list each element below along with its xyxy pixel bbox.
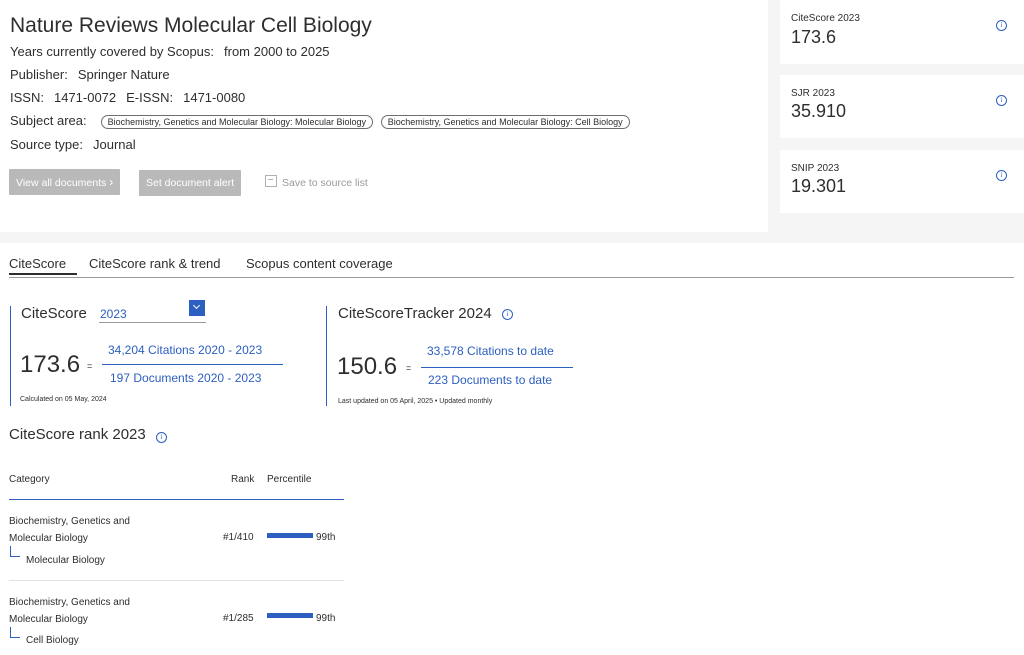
page-title: Nature Reviews Molecular Cell Biology xyxy=(10,14,372,37)
table-row-subcategory: Molecular Biology xyxy=(26,555,105,566)
citescore-label: CiteScore xyxy=(21,305,87,322)
table-row-rank: #1/410 xyxy=(223,532,254,543)
column-header-rank: Rank xyxy=(231,474,255,485)
row-divider xyxy=(9,580,344,581)
publisher-label: Publisher: xyxy=(10,67,68,82)
set-document-alert-button[interactable]: Set document alert xyxy=(139,170,242,196)
tracker-documents-link[interactable]: 223 Documents to date xyxy=(428,373,552,387)
chevron-down-icon[interactable] xyxy=(189,300,205,316)
publisher: Publisher: Springer Nature xyxy=(10,67,170,82)
view-all-label: View all documents xyxy=(16,177,107,189)
table-row-percentile: 99th xyxy=(316,532,336,543)
metric-card-snip: SNIP 2023 19.301 i xyxy=(780,150,1024,213)
source-type-label: Source type: xyxy=(10,137,83,152)
tab-citescore[interactable]: CiteScore xyxy=(9,256,66,271)
metric-value: 173.6 xyxy=(791,27,837,47)
years-value: from 2000 to 2025 xyxy=(224,44,330,59)
save-to-source-list-link[interactable]: Save to source list xyxy=(265,175,368,189)
tracker-label: CiteScoreTracker 2024 xyxy=(338,305,492,322)
source-type-value: Journal xyxy=(93,137,136,152)
citescore-accent-bar xyxy=(10,306,11,406)
subject-chip-cell-biology[interactable]: Biochemistry, Genetics and Molecular Bio… xyxy=(380,114,630,129)
metric-label: CiteScore 2023 xyxy=(791,13,860,24)
tracker-citations-link[interactable]: 33,578 Citations to date xyxy=(427,344,554,358)
set-alert-label: Set document alert xyxy=(146,177,235,189)
table-row-rank: #1/285 xyxy=(223,613,254,624)
percentile-bar xyxy=(267,613,313,618)
column-header-percentile: Percentile xyxy=(267,474,312,485)
info-icon[interactable]: i xyxy=(996,170,1007,181)
eissn-value: 1471-0080 xyxy=(183,90,246,105)
metric-value: 35.910 xyxy=(791,101,847,121)
publisher-value: Springer Nature xyxy=(77,67,170,82)
active-tab-indicator xyxy=(9,273,77,275)
equals-sign: = xyxy=(87,361,93,371)
years-label: Years currently covered by Scopus: xyxy=(10,44,215,59)
category-line: Molecular Biology xyxy=(9,533,88,544)
info-icon[interactable]: i xyxy=(996,20,1007,31)
issn-line: ISSN: 1471-0072 E-ISSN: 1471-0080 xyxy=(10,90,245,105)
tab-citescore-rank-trend[interactable]: CiteScore rank & trend xyxy=(89,256,221,271)
percentile-bar xyxy=(267,533,313,538)
documents-link[interactable]: 197 Documents 2020 - 2023 xyxy=(110,371,261,385)
info-icon[interactable]: i xyxy=(996,95,1007,106)
source-type: Source type: Journal xyxy=(10,137,136,152)
save-label: Save to source list xyxy=(282,177,368,189)
chevron-right-icon: › xyxy=(109,175,114,189)
column-header-category: Category xyxy=(9,474,50,485)
save-icon xyxy=(265,175,277,187)
citations-link[interactable]: 34,204 Citations 2020 - 2023 xyxy=(108,343,262,357)
metric-card-citescore: CiteScore 2023 173.6 i xyxy=(780,0,1024,64)
category-line: Molecular Biology xyxy=(9,614,88,625)
issn-label: ISSN: xyxy=(10,90,44,105)
tracker-updated-note: Last updated on 05 April, 2025 • Updated… xyxy=(338,398,493,405)
year-select-value: 2023 xyxy=(100,307,127,321)
calculated-date: Calculated on 05 May, 2024 xyxy=(20,396,107,403)
tabs-divider xyxy=(9,277,1014,278)
tracker-value: 150.6 xyxy=(337,353,398,380)
metric-card-sjr: SJR 2023 35.910 i xyxy=(780,75,1024,138)
table-row-category: Biochemistry, Genetics and Molecular Bio… xyxy=(9,513,159,547)
citescore-year-select[interactable]: 2023 xyxy=(99,300,206,323)
subject-chip-molecular-biology[interactable]: Biochemistry, Genetics and Molecular Bio… xyxy=(100,114,374,129)
metric-value: 19.301 xyxy=(791,176,847,196)
table-row-percentile: 99th xyxy=(316,613,336,624)
eissn-label: E-ISSN: xyxy=(126,90,174,105)
citescore-rank-title: CiteScore rank 2023 i xyxy=(9,426,167,443)
subject-area: Subject area: Biochemistry, Genetics and … xyxy=(10,113,630,129)
metric-label: SNIP 2023 xyxy=(791,163,840,174)
metric-label: SJR 2023 xyxy=(791,88,835,99)
years-covered: Years currently covered by Scopus: from 2… xyxy=(10,44,330,59)
rank-title-text: CiteScore rank 2023 xyxy=(9,426,146,443)
fraction-rule xyxy=(421,367,573,368)
header-divider xyxy=(9,499,344,500)
category-line: Biochemistry, Genetics and xyxy=(9,597,130,608)
subcategory-connector xyxy=(10,627,20,638)
category-line: Biochemistry, Genetics and xyxy=(9,516,130,527)
subcategory-connector xyxy=(10,546,20,557)
info-icon[interactable]: i xyxy=(502,309,513,320)
equals-sign: = xyxy=(406,363,412,373)
issn-value: 1471-0072 xyxy=(53,90,117,105)
citescore-value: 173.6 xyxy=(20,351,81,378)
fraction-rule xyxy=(102,364,283,365)
tracker-accent-bar xyxy=(326,306,327,406)
info-icon[interactable]: i xyxy=(155,432,167,443)
table-row-subcategory: Cell Biology xyxy=(26,635,79,646)
view-all-documents-button[interactable]: View all documents › xyxy=(9,169,121,195)
subject-label: Subject area: xyxy=(10,113,87,128)
table-row-category: Biochemistry, Genetics and Molecular Bio… xyxy=(9,594,159,628)
tab-scopus-content-coverage[interactable]: Scopus content coverage xyxy=(246,256,393,271)
